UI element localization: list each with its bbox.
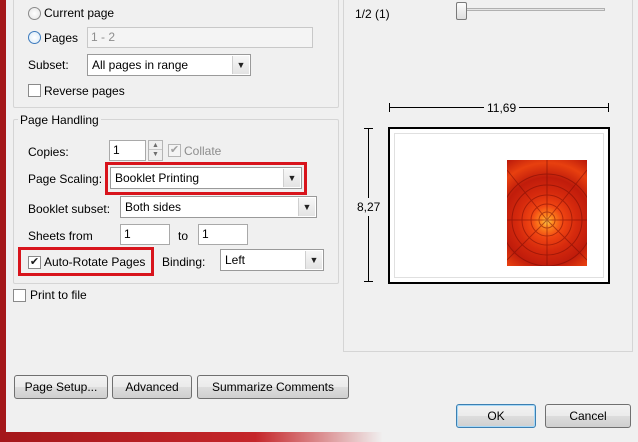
page-slider-track[interactable] [460, 8, 605, 11]
pages-label: Pages [44, 31, 79, 45]
width-dimension-label: 11,69 [484, 101, 520, 115]
page-indicator: 1/2 (1) [355, 7, 390, 21]
spin-up-icon[interactable]: ▲ [149, 141, 162, 150]
current-page-radio[interactable] [28, 7, 41, 20]
window-bottom-edge [0, 432, 638, 442]
page-preview [388, 127, 610, 284]
reverse-pages-label: Reverse pages [44, 84, 125, 98]
binding-select[interactable]: Left ▼ [220, 249, 324, 271]
ok-button[interactable]: OK [456, 404, 536, 428]
flower-image [507, 160, 587, 266]
subset-value: All pages in range [92, 58, 189, 72]
copies-label: Copies: [28, 145, 69, 159]
flower-petals [507, 160, 587, 266]
page-slider-thumb[interactable] [456, 2, 467, 20]
auto-rotate-label: Auto-Rotate Pages [44, 255, 146, 269]
page-scaling-label: Page Scaling: [28, 172, 103, 186]
current-page-label: Current page [44, 6, 115, 20]
chevron-down-icon: ▼ [232, 56, 249, 74]
booklet-subset-label: Booklet subset: [28, 202, 111, 216]
print-to-file-label: Print to file [30, 288, 87, 302]
binding-value: Left [225, 253, 246, 267]
collate-checkbox[interactable]: ✔ [168, 144, 181, 157]
sheets-from-input[interactable]: 1 [120, 224, 170, 245]
subset-select[interactable]: All pages in range ▼ [87, 54, 251, 76]
chevron-down-icon: ▼ [298, 198, 315, 216]
page-setup-button[interactable]: Page Setup... [14, 375, 108, 399]
booklet-subset-select[interactable]: Both sides ▼ [120, 196, 317, 218]
sheets-to-label: to [178, 229, 189, 243]
height-dimension-bottom-tick [364, 281, 373, 282]
auto-rotate-checkbox[interactable]: ✔ [28, 256, 41, 269]
summarize-comments-button[interactable]: Summarize Comments [197, 375, 349, 399]
binding-label: Binding: [162, 255, 206, 269]
pages-radio[interactable] [28, 31, 41, 44]
copies-spinner[interactable]: ▲ ▼ [148, 140, 163, 161]
spin-down-icon[interactable]: ▼ [149, 150, 162, 159]
chevron-down-icon: ▼ [305, 251, 322, 269]
pages-range-input[interactable]: 1 - 2 [87, 27, 313, 48]
reverse-pages-checkbox[interactable] [28, 84, 41, 97]
page-handling-title: Page Handling [18, 113, 101, 127]
chevron-down-icon: ▼ [283, 169, 300, 187]
subset-label: Subset: [28, 58, 69, 72]
height-dimension-label: 8,27 [357, 198, 381, 216]
advanced-button[interactable]: Advanced [112, 375, 192, 399]
page-scaling-value: Booklet Printing [115, 171, 200, 185]
print-to-file-checkbox[interactable] [13, 289, 26, 302]
copies-input[interactable]: 1 [109, 140, 146, 161]
sheets-from-label: Sheets from [28, 229, 93, 243]
sheets-to-input[interactable]: 1 [198, 224, 248, 245]
booklet-subset-value: Both sides [125, 200, 182, 214]
width-dimension-right-tick [608, 103, 609, 112]
collate-label: Collate [184, 144, 222, 158]
page-scaling-select[interactable]: Booklet Printing ▼ [110, 167, 302, 189]
cancel-button[interactable]: Cancel [545, 404, 631, 428]
